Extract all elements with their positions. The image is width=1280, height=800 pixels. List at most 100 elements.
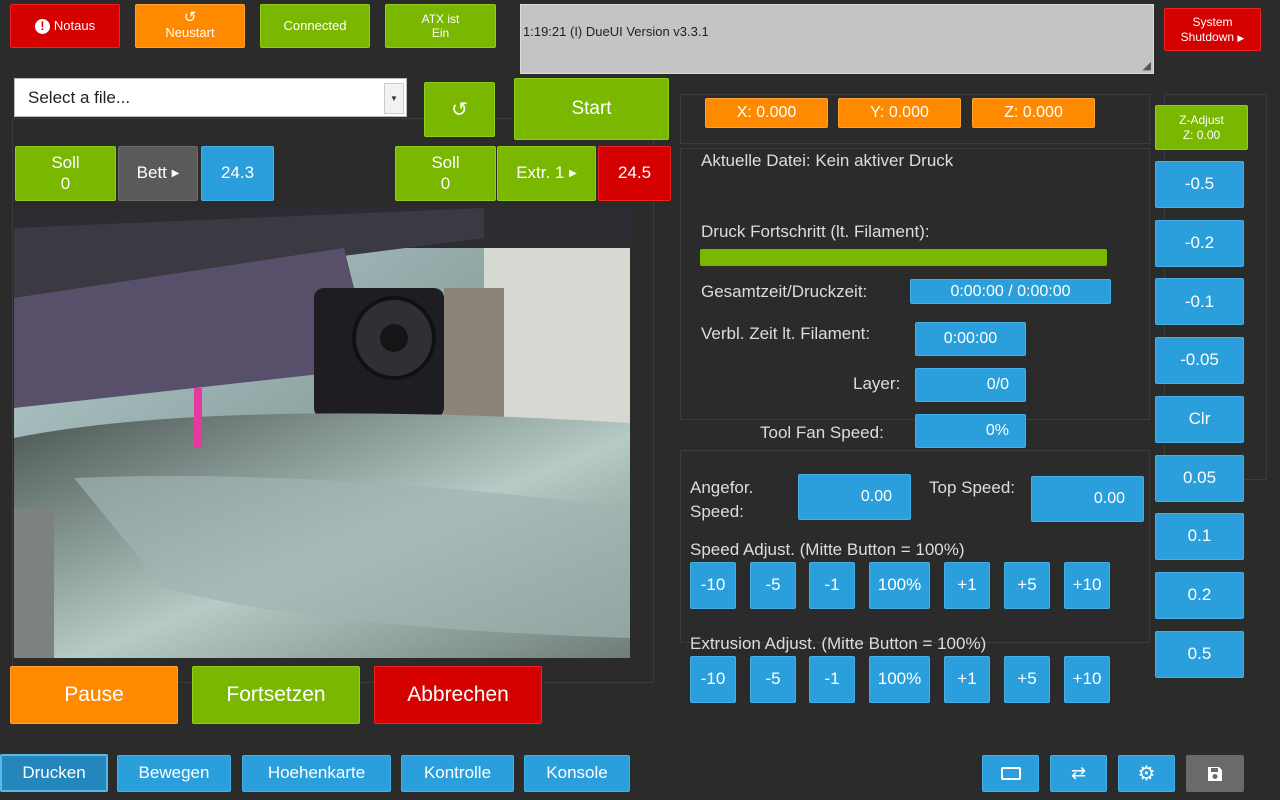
- connection-status-button[interactable]: Connected: [260, 4, 370, 48]
- extruder-actual-value: 24.5: [617, 163, 652, 183]
- z-position-value: Z: 0.000: [1004, 104, 1063, 122]
- requested-speed-value: 0.00: [798, 474, 911, 520]
- file-select[interactable]: Select a file... ▼: [14, 78, 407, 117]
- tab-heightmap[interactable]: Hoehenkarte: [242, 755, 391, 792]
- atx-label-line2: Ein: [431, 26, 450, 40]
- atx-label-line1: ATX ist: [421, 11, 460, 26]
- remaining-time-label: Verbl. Zeit lt. Filament:: [701, 324, 871, 343]
- speed-adjust-button-label: -1: [824, 575, 840, 595]
- speed-adjust-button[interactable]: +10: [1064, 562, 1110, 609]
- z-adjust-button[interactable]: Clr: [1155, 395, 1244, 443]
- z-adjust-button[interactable]: -0.5: [1155, 161, 1244, 208]
- z-adjust-button[interactable]: 0.1: [1155, 513, 1244, 561]
- tab-heightmap-label: Hoehenkarte: [267, 763, 366, 783]
- total-time-value: 0:00:00 / 0:00:00: [910, 279, 1111, 304]
- settings-button[interactable]: ⚙: [1118, 755, 1175, 792]
- requested-speed-label-line1: Angefor.: [690, 478, 754, 497]
- extrusion-adjust-button-label: -5: [765, 669, 781, 689]
- log-textarea[interactable]: 1:19:21 (I) DueUI Version v3.3.1 ◢: [520, 4, 1154, 74]
- layer-value: 0/0: [915, 368, 1026, 402]
- speed-adjust-label: Speed Adjust. (Mitte Button = 100%): [690, 540, 965, 559]
- extrusion-adjust-button[interactable]: -10: [690, 656, 736, 703]
- current-file-label: Aktuelle Datei: Kein aktiver Druck: [701, 151, 954, 170]
- fullscreen-icon: [1000, 767, 1021, 780]
- extruder-target-button[interactable]: Soll 0: [395, 146, 496, 201]
- speed-adjust-button[interactable]: -5: [750, 562, 796, 609]
- tab-move-label: Bewegen: [138, 763, 210, 783]
- z-adjust-button-label: -0.1: [1184, 291, 1215, 311]
- z-adjust-button-label: 0.2: [1187, 585, 1212, 605]
- z-adjust-button[interactable]: -0.2: [1155, 219, 1244, 267]
- speed-adjust-button-label: +10: [1072, 575, 1102, 595]
- resume-label: Fortsetzen: [226, 683, 326, 707]
- atx-power-button[interactable]: ATX ist Ein: [385, 4, 496, 48]
- top-speed-label: Top Speed:: [929, 478, 1016, 497]
- tool-fan-label: Tool Fan Speed:: [760, 423, 884, 442]
- webcam-image: [14, 208, 630, 658]
- speed-adjust-button[interactable]: -1: [809, 562, 855, 609]
- system-shutdown-button[interactable]: System Shutdown ▶: [1164, 8, 1261, 51]
- bed-actual-value: 24.3: [220, 163, 255, 183]
- speed-adjust-button-label: 100%: [877, 575, 922, 595]
- z-adjust-button-label: 0.5: [1187, 643, 1212, 663]
- z-adjust-title: Z-Adjust Z: 0.00: [1155, 105, 1248, 150]
- z-adjust-button[interactable]: -0.1: [1155, 278, 1244, 326]
- extrusion-adjust-button[interactable]: -1: [809, 656, 855, 703]
- emergency-stop-button[interactable]: ! Notaus: [10, 4, 120, 48]
- extrusion-adjust-button-label: -10: [700, 669, 726, 689]
- bed-target-value: 0: [60, 173, 71, 193]
- speed-adjust-button[interactable]: -10: [690, 562, 736, 609]
- resume-button[interactable]: Fortsetzen: [192, 666, 360, 724]
- extruder-heater-button[interactable]: Extr. 1 ▶: [497, 146, 596, 201]
- y-position: Y: 0.000: [838, 98, 961, 128]
- tab-print-label: Drucken: [22, 762, 86, 782]
- speed-adjust-button[interactable]: +5: [1004, 562, 1050, 609]
- top-speed-value: 0.00: [1031, 476, 1144, 522]
- start-print-button[interactable]: Start: [514, 78, 669, 140]
- bed-heater-label: Bett: [136, 163, 167, 183]
- z-adjust-button[interactable]: 0.5: [1155, 630, 1244, 678]
- tab-console-label: Konsole: [546, 763, 608, 783]
- requested-speed-label: Angefor. Speed:: [690, 476, 753, 524]
- caret-right-icon: ▶: [1237, 32, 1245, 43]
- z-adjust-button-label: -0.5: [1184, 174, 1215, 194]
- tab-print[interactable]: Drucken: [0, 754, 108, 792]
- z-adjust-button[interactable]: 0.2: [1155, 571, 1244, 619]
- connection-label: Connected: [283, 18, 347, 34]
- pause-label: Pause: [64, 683, 124, 707]
- extrusion-adjust-button[interactable]: 100%: [869, 656, 930, 703]
- speed-adjust-button[interactable]: +1: [944, 562, 990, 609]
- dropdown-arrow[interactable]: ▼: [384, 83, 404, 114]
- extrusion-adjust-button-label: +1: [957, 669, 977, 689]
- pause-button[interactable]: Pause: [10, 666, 178, 724]
- speed-adjust-button-label: +1: [957, 575, 977, 595]
- z-position: Z: 0.000: [972, 98, 1095, 128]
- extrusion-adjust-button[interactable]: +1: [944, 656, 990, 703]
- cancel-button[interactable]: Abbrechen: [374, 666, 542, 724]
- extrusion-adjust-button[interactable]: +10: [1064, 656, 1110, 703]
- caret-right-icon: ▶: [171, 167, 180, 179]
- z-adjust-button[interactable]: 0.05: [1155, 454, 1244, 502]
- bed-target-button[interactable]: Soll 0: [15, 146, 116, 201]
- extrusion-adjust-button[interactable]: -5: [750, 656, 796, 703]
- reload-files-button[interactable]: ↺: [424, 82, 495, 137]
- z-adjust-button[interactable]: -0.05: [1155, 337, 1244, 385]
- tab-console[interactable]: Konsole: [524, 755, 630, 792]
- start-label: Start: [571, 97, 612, 119]
- total-time-label: Gesamtzeit/Druckzeit:: [701, 282, 868, 301]
- save-button[interactable]: [1186, 755, 1244, 792]
- sync-icon: ⇄: [1070, 762, 1087, 783]
- top-speed-text: 0.00: [1093, 490, 1125, 508]
- fullscreen-button[interactable]: [982, 755, 1039, 792]
- speed-adjust-button[interactable]: 100%: [869, 562, 930, 609]
- save-icon: [1208, 766, 1222, 781]
- bed-heater-button[interactable]: Bett ▶: [118, 146, 198, 201]
- z-adjust-button-label: 0.1: [1187, 526, 1212, 546]
- restart-label: Neustart: [165, 25, 215, 41]
- refresh-button[interactable]: ⇄: [1050, 755, 1107, 792]
- progress-label: Druck Fortschritt (lt. Filament):: [701, 222, 930, 241]
- extrusion-adjust-button[interactable]: +5: [1004, 656, 1050, 703]
- tab-move[interactable]: Bewegen: [117, 755, 231, 792]
- tab-control[interactable]: Kontrolle: [401, 755, 514, 792]
- restart-button[interactable]: ↺ Neustart: [135, 4, 245, 48]
